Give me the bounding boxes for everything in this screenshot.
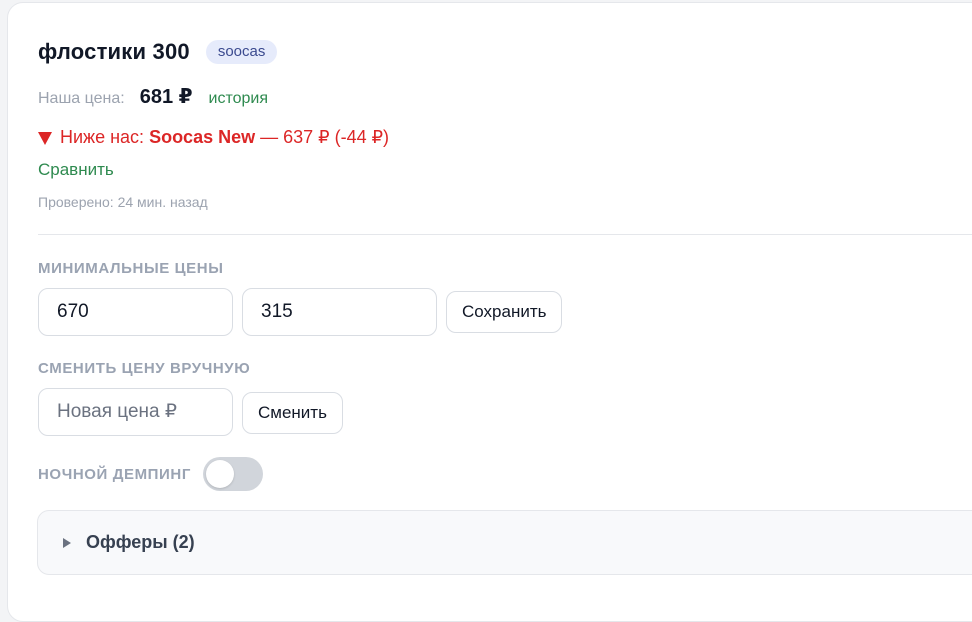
night-dumping-label: НОЧНОЙ ДЕМПИНГ — [38, 465, 191, 483]
min-price-input-2[interactable] — [242, 288, 437, 336]
divider — [38, 234, 972, 235]
store-badge: soocas — [205, 40, 278, 64]
product-title: флостики 300 — [38, 39, 190, 64]
title-row: флостики 300 soocas — [38, 39, 278, 65]
compare-link[interactable]: Сравнить — [38, 160, 114, 180]
caret-right-icon — [63, 537, 71, 548]
our-price-value: 681 ₽ — [139, 86, 193, 108]
checked-status: Проверено: 24 мин. назад — [38, 194, 208, 210]
change-price-button[interactable]: Сменить — [242, 392, 343, 434]
manual-price-label: СМЕНИТЬ ЦЕНУ ВРУЧНУЮ — [38, 360, 251, 377]
night-dumping-row: НОЧНОЙ ДЕМПИНГ — [38, 457, 263, 491]
price-row: Наша цена: 681 ₽ история — [38, 84, 268, 109]
new-price-input[interactable] — [38, 388, 233, 436]
night-dumping-toggle[interactable] — [202, 457, 263, 491]
offers-disclosure[interactable]: Офферы (2) — [37, 510, 972, 575]
alert-competitor: Soocas New — [149, 127, 256, 147]
save-button[interactable]: Сохранить — [446, 291, 563, 333]
min-prices-label: МИНИМАЛЬНЫЕ ЦЕНЫ — [38, 260, 224, 277]
product-card: флостики 300 soocas Наша цена: 681 ₽ ист… — [7, 2, 972, 622]
alert-details: — 637 ₽ (-44 ₽) — [260, 127, 390, 147]
offers-label: Офферы (2) — [86, 532, 195, 552]
history-link[interactable]: история — [209, 90, 268, 108]
alert-prefix: Ниже нас: — [60, 127, 145, 147]
toggle-knob — [205, 460, 234, 488]
min-price-input-1[interactable] — [38, 288, 233, 336]
our-price-label: Наша цена: — [38, 90, 125, 107]
competitor-alert: Ниже нас: Soocas New — 637 ₽ (-44 ₽) — [38, 127, 389, 148]
triangle-down-icon — [38, 131, 52, 145]
